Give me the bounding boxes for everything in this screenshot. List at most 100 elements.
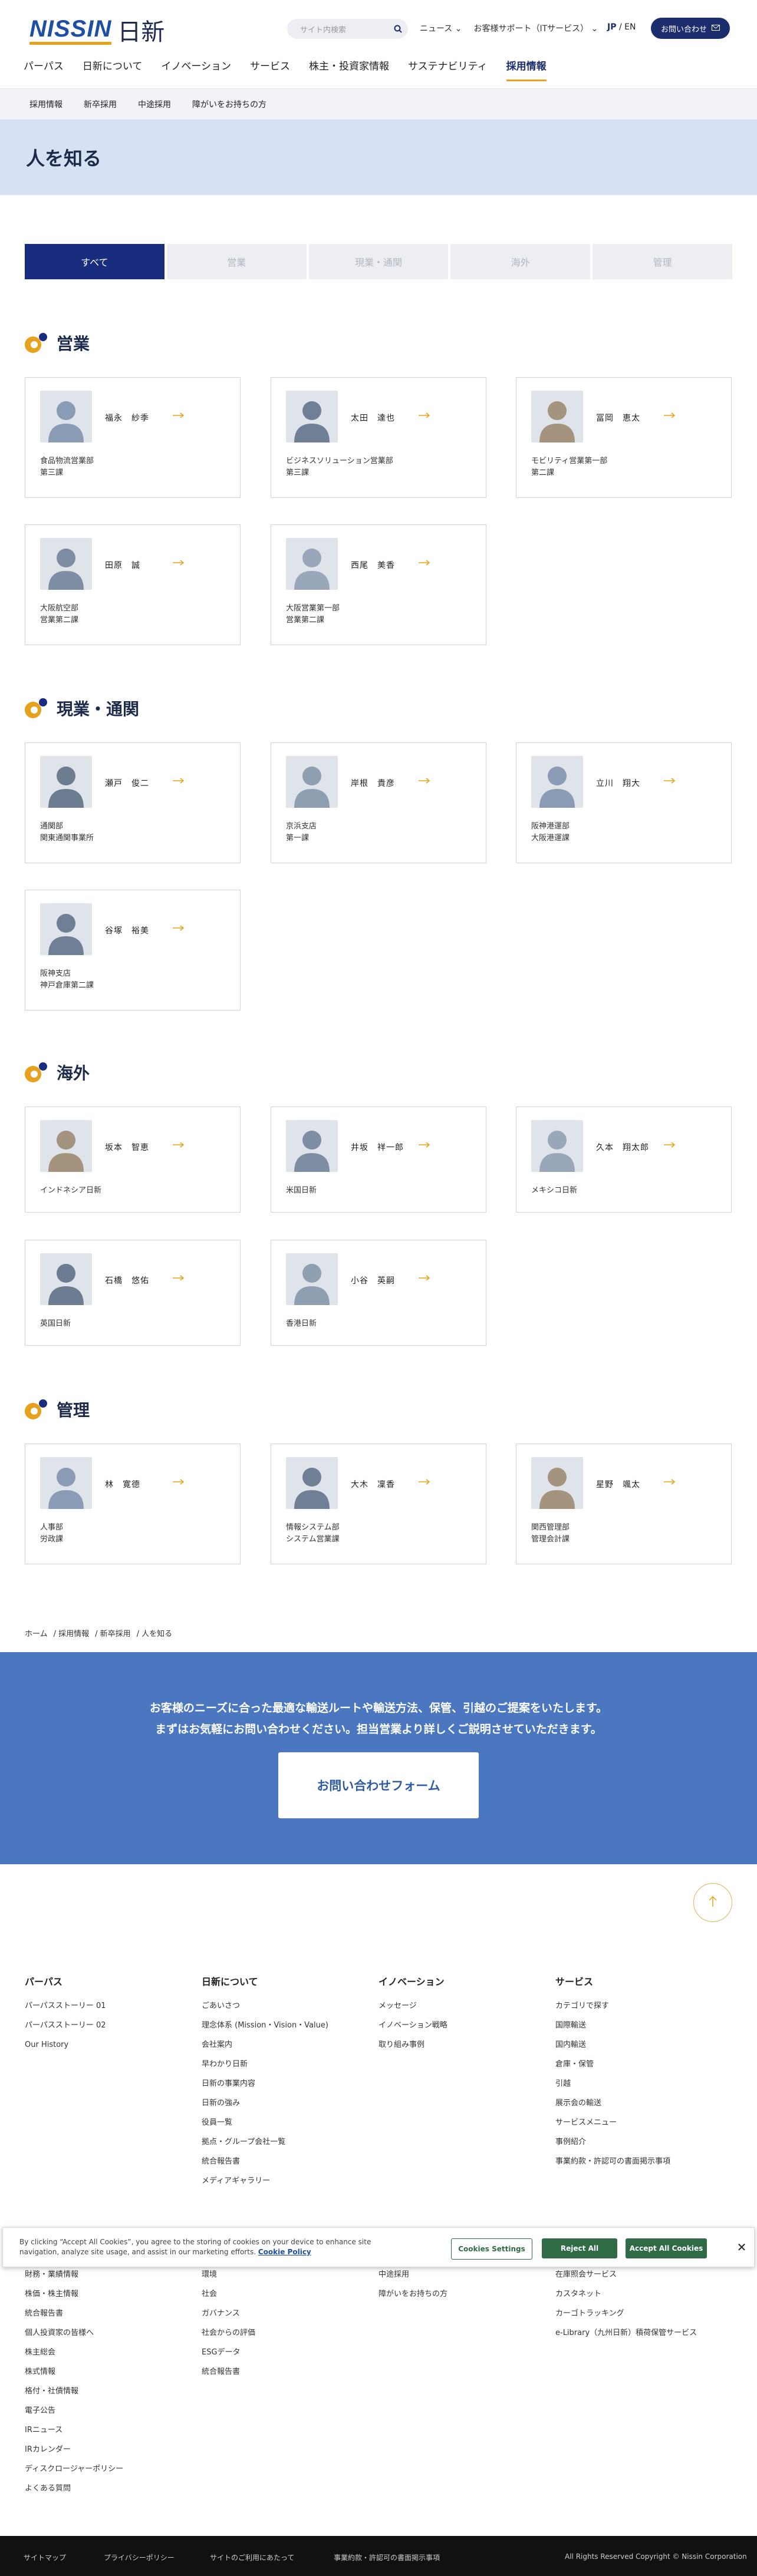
- person-card[interactable]: 田原 誠大阪航空部 営業第二課: [25, 524, 241, 645]
- footer-link[interactable]: 早わかり日新: [202, 2059, 367, 2079]
- footer-column-heading[interactable]: パーパス: [25, 1974, 190, 1988]
- footer-link-privacy[interactable]: プライバシーポリシー: [104, 2552, 175, 2562]
- back-to-top-button[interactable]: [693, 1883, 732, 1922]
- subnav-mid-career[interactable]: 中途採用: [127, 98, 182, 110]
- person-card[interactable]: 大木 凜香 情報システム部 システム営業課: [271, 1444, 486, 1564]
- footer-link[interactable]: 会社案内: [202, 2040, 367, 2059]
- person-card[interactable]: 林 寛德 人事部 労政課: [25, 1444, 241, 1564]
- person-card[interactable]: 太田 達也 ビジネスソリューション営業部 第三課: [271, 377, 486, 498]
- search-input[interactable]: サイト内検索: [287, 19, 408, 39]
- contact-form-button[interactable]: お問い合わせフォーム: [278, 1752, 479, 1818]
- footer-link[interactable]: 中途採用: [378, 2270, 538, 2289]
- footer-link[interactable]: 財務・業績情報: [25, 2270, 184, 2289]
- person-card[interactable]: 谷塚 裕美 阪神支店 神戸倉庫第二課: [25, 890, 241, 1010]
- search-icon[interactable]: [388, 25, 408, 33]
- footer-column-heading[interactable]: イノベーション: [378, 1974, 544, 1988]
- footer-link[interactable]: 環境: [202, 2270, 361, 2289]
- tab-overseas[interactable]: 海外: [450, 244, 591, 279]
- footer-link[interactable]: ディスクロージャーポリシー: [25, 2464, 184, 2483]
- cookie-settings-button[interactable]: Cookies Settings: [451, 2238, 532, 2260]
- footer-link[interactable]: パーパスストーリー 01: [25, 2001, 190, 2020]
- footer-link[interactable]: ガバナンス: [202, 2309, 361, 2328]
- footer-link[interactable]: 社会からの評価: [202, 2328, 361, 2347]
- main-nav-service[interactable]: サービス: [250, 58, 290, 81]
- nissin-logo[interactable]: NISSIN 日新: [29, 13, 164, 47]
- footer-link[interactable]: カーゴトラッキング: [555, 2309, 715, 2328]
- breadcrumb-home[interactable]: ホーム: [25, 1627, 48, 1639]
- main-nav-ir[interactable]: 株主・投資家情報: [309, 58, 389, 81]
- footer-link-sitemap[interactable]: サイトマップ: [24, 2552, 66, 2562]
- footer-link[interactable]: 統合報告書: [202, 2367, 361, 2386]
- footer-link[interactable]: 株式情報: [25, 2367, 184, 2386]
- footer-link[interactable]: 株価・株主情報: [25, 2289, 184, 2309]
- footer-link[interactable]: 電子公告: [25, 2406, 184, 2425]
- footer-link[interactable]: 日新の強み: [202, 2098, 367, 2118]
- footer-link[interactable]: 取り組み事例: [378, 2040, 544, 2059]
- footer-link[interactable]: 統合報告書: [202, 2156, 367, 2176]
- person-card[interactable]: 久本 翔太郎 メキシコ日新: [516, 1107, 732, 1213]
- footer-link[interactable]: 事業約款・許認可の書面掲示事項: [555, 2156, 720, 2176]
- footer-link[interactable]: IRカレンダー: [25, 2445, 184, 2464]
- footer-link[interactable]: メディアギャラリー: [202, 2176, 367, 2195]
- person-card[interactable]: 坂本 智恵 インドネシア日新: [25, 1107, 241, 1213]
- tab-all[interactable]: すべて: [25, 244, 164, 279]
- footer-link[interactable]: e-Library（九州日新）積荷保管サービス: [555, 2328, 715, 2347]
- lang-en[interactable]: EN: [624, 22, 636, 32]
- main-nav-recruit[interactable]: 採用情報: [506, 58, 547, 81]
- subnav-disability[interactable]: 障がいをお持ちの方: [182, 98, 277, 110]
- footer-link[interactable]: 倉庫・保管: [555, 2059, 720, 2079]
- tab-admin[interactable]: 管理: [593, 244, 732, 279]
- footer-link[interactable]: 拠点・グループ会社一覧: [202, 2137, 367, 2156]
- footer-link[interactable]: 格付・社債情報: [25, 2386, 184, 2406]
- tab-operations[interactable]: 現業・通関: [308, 244, 449, 279]
- tab-sales[interactable]: 営業: [166, 244, 307, 279]
- footer-link[interactable]: Our History: [25, 2040, 190, 2059]
- utility-nav-support[interactable]: お客様サポート（ITサービス） ⌄: [474, 22, 598, 34]
- person-card[interactable]: 冨岡 恵太 モビリティ営業第一部 第二課: [516, 377, 732, 498]
- person-card[interactable]: 西尾 美香 大阪営業第一部 営業第二課: [271, 524, 486, 645]
- footer-link[interactable]: ごあいさつ: [202, 2001, 367, 2020]
- lang-jp[interactable]: JP: [607, 22, 616, 32]
- cookie-accept-button[interactable]: Accept All Cookies: [626, 2238, 707, 2258]
- cookie-reject-button[interactable]: Reject All: [542, 2238, 617, 2258]
- footer-link[interactable]: ESGデータ: [202, 2347, 361, 2367]
- footer-link[interactable]: 在庫照会サービス: [555, 2270, 715, 2289]
- footer-link[interactable]: カテゴリで探す: [555, 2001, 720, 2020]
- main-nav-about[interactable]: 日新について: [83, 58, 143, 81]
- subnav-recruit-info[interactable]: 採用情報: [24, 98, 73, 110]
- footer-link[interactable]: 個人投資家の皆様へ: [25, 2328, 184, 2347]
- subnav-new-grad[interactable]: 新卒採用: [73, 98, 127, 110]
- person-card[interactable]: 井坂 祥一郎 米国日新: [271, 1107, 486, 1213]
- footer-link[interactable]: サービスメニュー: [555, 2118, 720, 2137]
- footer-link[interactable]: 株主総会: [25, 2347, 184, 2367]
- contact-button[interactable]: お問い合わせ: [651, 18, 730, 39]
- footer-link-terms[interactable]: サイトのご利用にあたって: [210, 2552, 294, 2562]
- footer-link[interactable]: 事例紹介: [555, 2137, 720, 2156]
- breadcrumb-newgrad[interactable]: / 新卒採用: [95, 1627, 131, 1639]
- footer-link[interactable]: IRニュース: [25, 2425, 184, 2445]
- breadcrumb-recruit[interactable]: / 採用情報: [54, 1627, 90, 1639]
- person-card[interactable]: 岸根 貴彦 京浜支店 第一課: [271, 742, 486, 863]
- footer-link[interactable]: 引越: [555, 2079, 720, 2098]
- footer-link[interactable]: パーパスストーリー 02: [25, 2020, 190, 2040]
- footer-link[interactable]: よくある質問: [25, 2483, 184, 2503]
- close-icon[interactable]: ✕: [733, 2238, 751, 2256]
- footer-link-license[interactable]: 事業約款・許認可の書面掲示事項: [334, 2552, 440, 2562]
- person-card[interactable]: 福永 紗季 食品物流営業部 第三課: [25, 377, 241, 498]
- footer-link[interactable]: 理念体系 (Mission・Vision・Value): [202, 2020, 367, 2040]
- person-card[interactable]: 立川 翔大 阪神港運部 大阪港運課: [516, 742, 732, 863]
- footer-link[interactable]: イノベーション戦略: [378, 2020, 544, 2040]
- person-card[interactable]: 小谷 英嗣 香港日新: [271, 1240, 486, 1346]
- footer-link[interactable]: カスタネット: [555, 2289, 715, 2309]
- person-card[interactable]: 石橋 悠佑 英国日新: [25, 1240, 241, 1346]
- utility-nav-news[interactable]: ニュース ⌄: [420, 22, 462, 34]
- person-card[interactable]: 星野 颯太 関西管理部 管理会計課: [516, 1444, 732, 1564]
- main-nav-sustainability[interactable]: サステナビリティ: [408, 58, 488, 81]
- footer-link[interactable]: 障がいをお持ちの方: [378, 2289, 538, 2309]
- footer-column-heading[interactable]: サービス: [555, 1974, 720, 1988]
- person-card[interactable]: 瀬戸 俊二 通関部 関東通関事業所: [25, 742, 241, 863]
- footer-column-heading[interactable]: 日新について: [202, 1974, 367, 1988]
- footer-link[interactable]: 国内輸送: [555, 2040, 720, 2059]
- footer-link[interactable]: 社会: [202, 2289, 361, 2309]
- footer-link[interactable]: 役員一覧: [202, 2118, 367, 2137]
